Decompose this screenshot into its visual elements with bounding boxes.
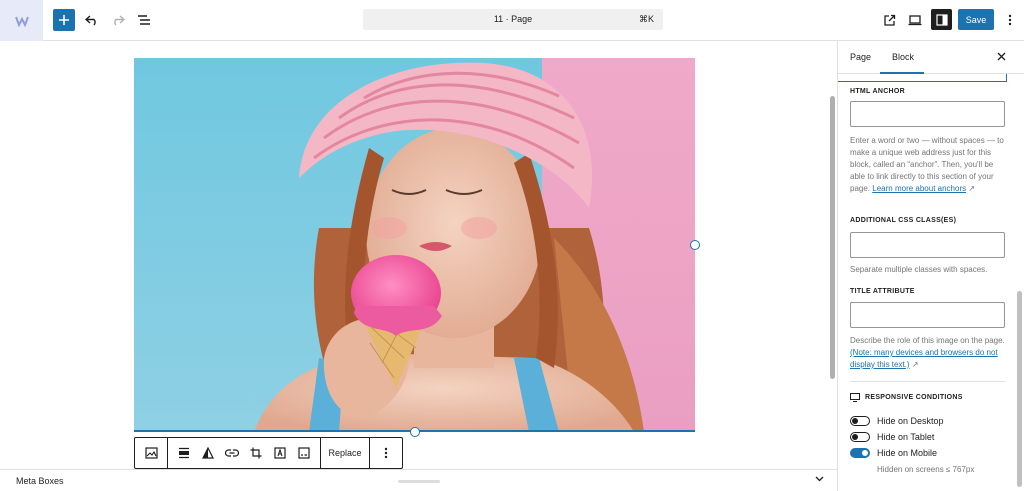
css-classes-input[interactable] [850, 232, 1005, 258]
plus-icon [59, 15, 69, 25]
external-link-icon [883, 14, 895, 26]
settings-sidebar: Page Block HTML ANCHOR Enter a word or t… [837, 41, 1024, 491]
view-page-button[interactable] [877, 8, 901, 32]
monitor-icon [850, 393, 860, 402]
title-attribute-input[interactable] [850, 302, 1005, 328]
text-over-image-button[interactable] [268, 438, 292, 468]
align-icon [179, 447, 189, 459]
tab-block[interactable]: Block [892, 52, 914, 62]
command-palette-bar[interactable]: 11 · Page ⌘K [363, 9, 663, 30]
undo-button[interactable] [80, 8, 104, 32]
hide-desktop-label: Hide on Desktop [877, 416, 944, 426]
block-toolbar: Replace [134, 437, 403, 469]
caption-icon [298, 447, 310, 459]
sidebar-tabs: Page Block [838, 41, 1024, 74]
hide-tablet-toggle[interactable] [850, 432, 870, 442]
external-arrow-icon: ↗ [911, 360, 919, 369]
css-classes-help: Separate multiple classes with spaces. [850, 265, 988, 274]
toolbar-divider [167, 438, 168, 468]
redo-icon [114, 15, 125, 26]
canvas-scrollbar[interactable] [830, 96, 835, 379]
html-anchor-input[interactable] [850, 101, 1005, 127]
hide-mobile-label: Hide on Mobile [877, 448, 938, 458]
tab-page[interactable]: Page [850, 52, 871, 62]
crop-button[interactable] [244, 438, 268, 468]
editor-canvas: Replace [0, 41, 828, 469]
redo-button[interactable] [106, 8, 130, 32]
title-attribute-help-text: Describe the role of this image on the p… [850, 336, 1005, 345]
image-icon [144, 447, 158, 459]
hide-tablet-row[interactable]: Hide on Tablet [850, 431, 934, 443]
sidebar-icon [935, 13, 948, 26]
list-view-button[interactable] [132, 8, 156, 32]
hidden-screens-note: Hidden on screens ≤ 767px [877, 465, 975, 474]
close-icon [997, 52, 1005, 61]
caption-button[interactable] [292, 438, 316, 468]
options-menu-button[interactable] [998, 8, 1022, 32]
meta-boxes-label: Meta Boxes [16, 476, 64, 486]
block-options-button[interactable] [370, 438, 402, 468]
resize-grip[interactable] [398, 480, 440, 483]
text-over-image-icon [274, 447, 286, 459]
resize-handle-right[interactable] [690, 240, 700, 250]
sidebar-scrollbar[interactable] [1017, 291, 1022, 487]
title-attribute-note-link[interactable]: (Note: many devices and browsers do not … [850, 348, 998, 369]
preview-button[interactable] [903, 8, 927, 32]
site-logo-icon[interactable] [0, 0, 43, 41]
responsive-conditions-label: RESPONSIVE CONDITIONS [865, 394, 963, 401]
chevron-down-icon[interactable] [815, 474, 824, 485]
add-block-button[interactable] [53, 9, 75, 31]
editor-topbar: 11 · Page ⌘K Save [0, 0, 1024, 41]
duotone-icon [202, 447, 214, 459]
previous-field-edge [838, 74, 1007, 82]
block-type-button[interactable] [135, 438, 167, 468]
section-divider [850, 381, 1005, 382]
external-arrow-icon: ↗ [968, 184, 976, 193]
html-anchor-label: HTML ANCHOR [850, 88, 906, 95]
desktop-preview-icon [908, 15, 922, 26]
learn-more-anchors-link[interactable]: Learn more about anchors [872, 184, 966, 193]
close-sidebar-button[interactable] [994, 50, 1008, 64]
resize-handle-bottom[interactable] [410, 427, 420, 437]
undo-icon [85, 15, 96, 26]
css-classes-label: ADDITIONAL CSS CLASS(ES) [850, 217, 957, 224]
hide-desktop-row[interactable]: Hide on Desktop [850, 415, 944, 427]
photo-image [134, 58, 695, 430]
html-anchor-help: Enter a word or two — without spaces — t… [850, 135, 1008, 195]
title-attribute-label: TITLE ATTRIBUTE [850, 288, 915, 295]
align-button[interactable] [172, 438, 196, 468]
more-vertical-icon [1008, 14, 1012, 26]
hide-mobile-row[interactable]: Hide on Mobile [850, 447, 937, 459]
document-title: 11 · Page [493, 14, 533, 24]
link-icon [225, 449, 239, 457]
duotone-button[interactable] [196, 438, 220, 468]
hide-tablet-label: Hide on Tablet [877, 432, 935, 442]
shortcut-hint: ⌘K [638, 14, 654, 24]
save-button[interactable]: Save [958, 9, 994, 30]
responsive-conditions-header: RESPONSIVE CONDITIONS [850, 393, 963, 402]
image-block[interactable] [134, 58, 695, 432]
hide-desktop-toggle[interactable] [850, 416, 870, 426]
list-view-icon [138, 15, 150, 25]
link-button[interactable] [220, 438, 244, 468]
settings-sidebar-toggle[interactable] [931, 9, 952, 30]
meta-boxes-panel[interactable]: Meta Boxes [0, 469, 837, 491]
replace-button[interactable]: Replace [321, 438, 369, 468]
more-vertical-icon [384, 447, 388, 459]
hide-mobile-toggle[interactable] [850, 448, 870, 458]
crop-icon [250, 447, 262, 459]
title-attribute-help: Describe the role of this image on the p… [850, 335, 1008, 371]
